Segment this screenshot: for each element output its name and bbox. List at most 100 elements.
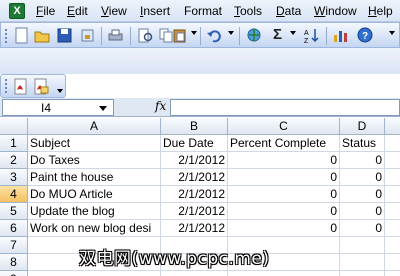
new-icon[interactable] — [13, 27, 30, 44]
cell-b9[interactable] — [161, 271, 228, 276]
cell-b5[interactable]: 2/1/2012 — [161, 203, 228, 220]
watermark: 双电网(www.pcpc.me) — [79, 249, 270, 269]
cell-b4[interactable]: 2/1/2012 — [161, 186, 228, 203]
cell-e9[interactable] — [385, 271, 400, 276]
menu-window[interactable]: Window — [314, 4, 357, 18]
cell-e1[interactable] — [385, 135, 400, 152]
menu-file[interactable]: File — [36, 4, 55, 18]
cell-a6[interactable]: Work on new blog desi — [28, 220, 161, 237]
cell-c1[interactable]: Percent Complete — [228, 135, 340, 152]
svg-text:Z: Z — [304, 38, 309, 44]
svg-text:A: A — [304, 30, 309, 37]
cell-a2[interactable]: Do Taxes — [28, 152, 161, 169]
cell-d8[interactable] — [340, 254, 385, 271]
toolbar-grip[interactable] — [5, 79, 8, 93]
name-box[interactable]: I4 — [2, 99, 114, 116]
cell-c3[interactable]: 0 — [228, 169, 340, 186]
svg-text:?: ? — [362, 31, 368, 42]
cell-d7[interactable] — [340, 237, 385, 254]
row-header-3[interactable]: 3 — [0, 169, 28, 186]
row-header-2[interactable]: 2 — [0, 152, 28, 169]
cell-e2[interactable] — [385, 152, 400, 169]
toolbar-separator — [326, 27, 327, 45]
cell-e8[interactable] — [385, 254, 400, 271]
cell-e3[interactable] — [385, 169, 400, 186]
row-header-4[interactable]: 4 — [0, 186, 28, 203]
chart-icon[interactable] — [332, 27, 349, 44]
open-icon[interactable] — [34, 27, 51, 44]
cell-d3[interactable]: 0 — [340, 169, 385, 186]
standard-toolbar: Σ AZ ? — [0, 22, 400, 48]
research-icon[interactable] — [137, 27, 154, 44]
menu-data[interactable]: Data — [276, 4, 301, 18]
autosum-dropdown-arrow[interactable] — [290, 31, 296, 35]
cell-e4[interactable] — [385, 186, 400, 203]
row-header-7[interactable]: 7 — [0, 237, 28, 254]
save-icon[interactable] — [56, 27, 73, 44]
cell-c4[interactable]: 0 — [228, 186, 340, 203]
column-header-b[interactable]: B — [161, 118, 228, 135]
pdf-convert-icon[interactable] — [12, 78, 29, 95]
cell-a3[interactable]: Paint the house — [28, 169, 161, 186]
cell-e7[interactable] — [385, 237, 400, 254]
cell-b1[interactable]: Due Date — [161, 135, 228, 152]
cell-a1[interactable]: Subject — [28, 135, 161, 152]
cell-c5[interactable]: 0 — [228, 203, 340, 220]
menu-tools[interactable]: Tools — [234, 4, 262, 18]
pdf-toolbar-options-arrow[interactable] — [57, 89, 63, 93]
menu-help[interactable]: Help — [368, 4, 393, 18]
hyperlink-icon[interactable] — [246, 27, 263, 44]
excel-app-icon[interactable]: X — [9, 3, 25, 19]
cell-a9[interactable] — [28, 271, 161, 276]
cell-d5[interactable]: 0 — [340, 203, 385, 220]
menu-bar: X File Edit View Insert Format Tools Dat… — [0, 0, 400, 22]
cell-d2[interactable]: 0 — [340, 152, 385, 169]
select-all-corner[interactable] — [0, 118, 28, 135]
row-header-1[interactable]: 1 — [0, 135, 28, 152]
undo-icon[interactable] — [206, 27, 223, 44]
column-header-a[interactable]: A — [28, 118, 161, 135]
cell-c2[interactable]: 0 — [228, 152, 340, 169]
cell-b2[interactable]: 2/1/2012 — [161, 152, 228, 169]
menu-format[interactable]: Format — [184, 4, 222, 18]
cell-d4[interactable]: 0 — [340, 186, 385, 203]
menu-insert[interactable]: Insert — [140, 4, 170, 18]
undo-dropdown-arrow[interactable] — [228, 31, 234, 35]
autosum-icon[interactable]: Σ — [273, 26, 282, 43]
cell-e6[interactable] — [385, 220, 400, 237]
cell-e5[interactable] — [385, 203, 400, 220]
menu-view[interactable]: View — [101, 4, 127, 18]
row-header-8[interactable]: 8 — [0, 254, 28, 271]
row-header-5[interactable]: 5 — [0, 203, 28, 220]
fx-icon[interactable]: fx — [155, 99, 166, 113]
column-header-d[interactable]: D — [340, 118, 385, 135]
cell-b3[interactable]: 2/1/2012 — [161, 169, 228, 186]
toolbar-separator — [130, 27, 131, 45]
toolbar-grip[interactable] — [5, 29, 8, 43]
name-box-dropdown-arrow[interactable] — [99, 106, 107, 111]
print-icon[interactable] — [107, 27, 124, 44]
toolbar-options-arrow[interactable] — [389, 31, 395, 35]
cell-a5[interactable]: Update the blog — [28, 203, 161, 220]
cell-b6[interactable]: 2/1/2012 — [161, 220, 228, 237]
cell-c9[interactable] — [228, 271, 340, 276]
permission-icon[interactable] — [79, 27, 96, 44]
toolbar-separator — [101, 27, 102, 45]
column-header-e[interactable] — [385, 118, 400, 135]
cell-d1[interactable]: Status — [340, 135, 385, 152]
sort-icon[interactable]: AZ — [303, 27, 320, 45]
pdf-email-icon[interactable] — [32, 78, 49, 95]
cell-d9[interactable] — [340, 271, 385, 276]
paste-icon[interactable] — [171, 27, 188, 44]
cell-d6[interactable]: 0 — [340, 220, 385, 237]
cell-a4[interactable]: Do MUO Article — [28, 186, 161, 203]
menu-edit[interactable]: Edit — [67, 4, 88, 18]
column-header-c[interactable]: C — [228, 118, 340, 135]
row-header-6[interactable]: 6 — [0, 220, 28, 237]
cell-c6[interactable]: 0 — [228, 220, 340, 237]
pdf-toolbar — [0, 74, 66, 98]
formula-input[interactable] — [170, 99, 400, 116]
row-header-9[interactable]: 9 — [0, 271, 28, 276]
help-icon[interactable]: ? — [357, 27, 374, 44]
paste-dropdown-arrow[interactable] — [191, 31, 197, 35]
